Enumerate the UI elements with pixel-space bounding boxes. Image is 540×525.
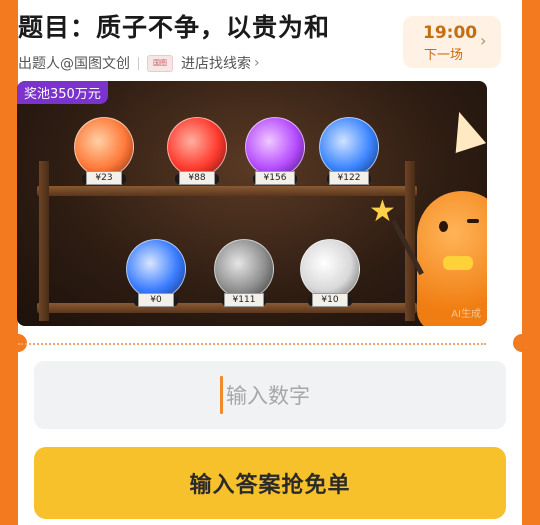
plasma-orb: [319, 117, 379, 177]
prize-pool-badge: 奖池350万元: [17, 81, 108, 104]
plasma-orb: [167, 117, 227, 177]
chevron-right-icon: ›: [480, 31, 487, 50]
shop-link[interactable]: 进店找线索: [181, 53, 251, 73]
price-tag: ¥0: [138, 293, 174, 307]
plasma-orb: [245, 117, 305, 177]
ai-generated-watermark: AI生成: [451, 309, 481, 320]
plasma-orb: [126, 239, 186, 299]
question-title: 题目：质子不争，以贵为和: [18, 13, 331, 42]
question-header: 题目：质子不争，以贵为和 出题人@国图文创 国图 进店找线索 ›: [18, 8, 408, 73]
next-session-label: 下一场: [424, 48, 464, 63]
party-hat-icon: [443, 106, 487, 154]
mascot-eye: [439, 221, 448, 232]
price-tag: ¥10: [312, 293, 348, 307]
plasma-orb: [300, 239, 360, 299]
plasma-orb: [214, 239, 274, 299]
star-icon: ★: [369, 194, 396, 229]
plasma-orb: [74, 117, 134, 177]
shelf-top: [37, 186, 417, 196]
setter-label: 出题人@国图文创: [18, 56, 130, 72]
shelf-post: [39, 161, 49, 321]
price-tag: ¥88: [179, 171, 215, 185]
text-caret: [220, 376, 223, 414]
ticket-notch: [513, 334, 531, 352]
puzzle-image: ¥23 ¥88 ¥156 ¥122 ¥0 ¥111 ¥10 ★ 奖池350万元 …: [17, 81, 487, 326]
divider: [138, 56, 139, 70]
answer-placeholder: 输入数字: [226, 384, 310, 408]
mascot-wink: [467, 219, 479, 223]
chevron-right-icon: ›: [254, 55, 260, 71]
session-time: 19:00: [423, 23, 478, 43]
setter-line: 出题人@国图文创 国图 进店找线索 ›: [18, 53, 408, 73]
next-session-button[interactable]: 19:00 下一场 ›: [403, 16, 501, 68]
price-tag: ¥111: [224, 293, 264, 307]
bowtie-icon: [443, 256, 473, 270]
dotted-divider: [18, 343, 486, 345]
price-tag: ¥122: [329, 171, 369, 185]
shop-logo-icon: 国图: [147, 54, 173, 72]
submit-answer-button[interactable]: 输入答案抢免单: [34, 447, 506, 519]
price-tag: ¥23: [86, 171, 122, 185]
price-tag: ¥156: [255, 171, 295, 185]
